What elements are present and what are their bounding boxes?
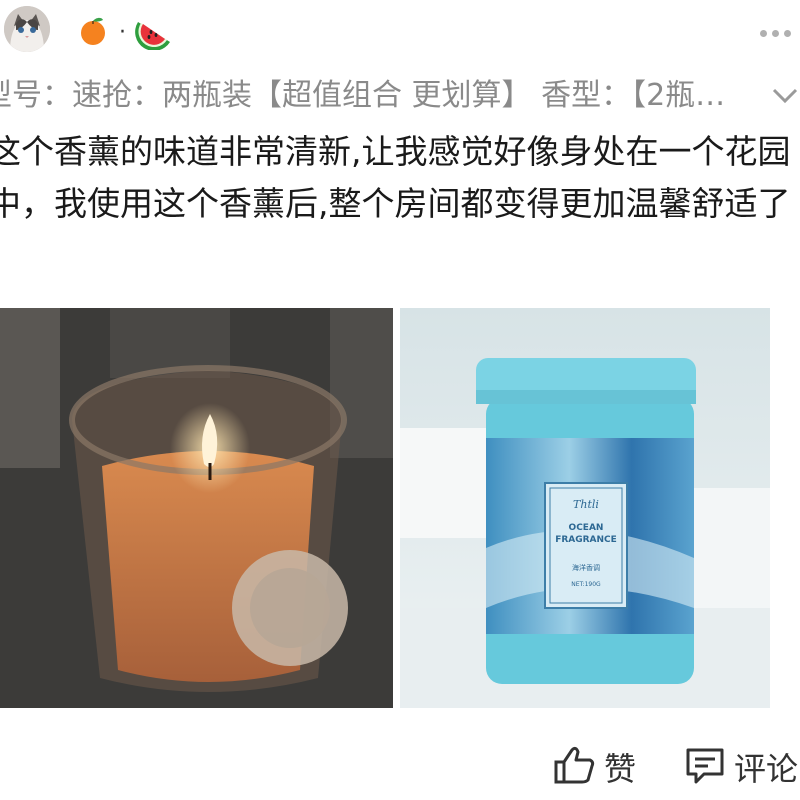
comment-label: 评论 [734,750,799,788]
candle-photo[interactable] [0,308,393,708]
thumbs-up-icon [554,746,595,784]
like-label: 赞 [604,750,637,788]
label-cn: 海洋香调 [572,563,600,572]
label-brand: Thtli [573,498,599,511]
orange-emoji-icon [81,17,105,45]
cat-avatar-icon [4,6,50,52]
label-net: NET:190G [571,581,601,588]
label-title-1: OCEAN [569,523,604,533]
comment-icon [686,748,724,784]
ocean-fragrance-image: Thtli OCEAN FRAGRANCE 海洋香调 NET:190G [400,308,770,708]
label-title-2: FRAGRANCE [555,535,617,545]
review-text: 这个香薰的味道非常清新,让我感觉好像身处在一个花园中，我使用这个香薰后,整个房间… [0,132,791,223]
chevron-down-icon[interactable] [770,80,800,110]
candle-image [0,308,393,708]
product-specs[interactable]: 型号：速抢：两瓶装【超值组合 更划算】 香型：【2瓶… [0,76,762,116]
user-avatar[interactable] [4,6,50,52]
watermelon-emoji-icon [135,22,170,50]
badge-separator: · [119,20,126,45]
ocean-fragrance-photo[interactable]: Thtli OCEAN FRAGRANCE 海洋香调 NET:190G [400,308,770,708]
more-dots-icon[interactable] [760,22,800,37]
